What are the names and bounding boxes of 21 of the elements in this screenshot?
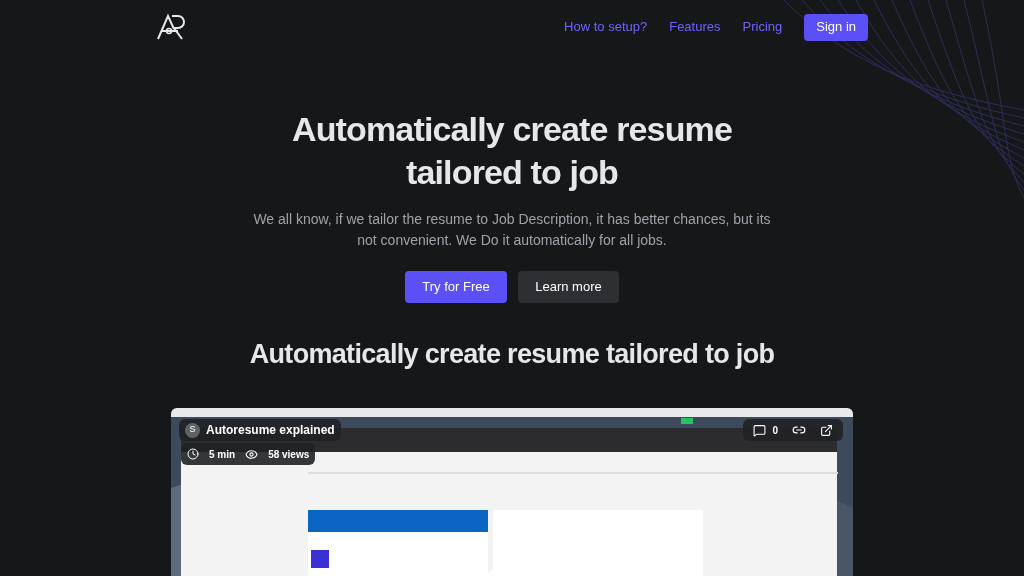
nav-link[interactable]: Pricing <box>742 17 783 37</box>
nav-link[interactable]: How to setup? <box>564 17 648 37</box>
logo-icon[interactable] <box>156 13 188 41</box>
section-heading: Automatically create resume tailored to job <box>249 338 775 371</box>
clock-icon <box>187 448 199 460</box>
view-count: 58 views <box>268 447 310 462</box>
comment-icon[interactable] <box>753 423 767 437</box>
open-external-icon[interactable] <box>820 423 833 437</box>
comment-count: 0 <box>772 423 778 438</box>
learn-more-button[interactable]: Learn more <box>518 271 619 303</box>
video-title: Autoresume explained <box>206 422 335 439</box>
hero-subtitle: We all know, if we tailor the resume to Job Description, it has better chances, but its not convenient. We Do it automatically for all jobs. <box>252 210 772 250</box>
video-duration: 5 min <box>209 447 236 462</box>
avatar: S <box>185 422 200 438</box>
try-free-button[interactable]: Try for Free <box>405 271 507 303</box>
eye-icon <box>245 447 259 461</box>
video-player[interactable]: S Autoresume explained 5 min 58 views 0 <box>171 408 853 576</box>
nav-link[interactable]: Features <box>669 17 721 37</box>
link-icon[interactable] <box>792 423 806 437</box>
sign-in-button[interactable]: Sign in <box>804 13 868 41</box>
hero-title: Automatically create resume tailored to job <box>290 109 733 193</box>
